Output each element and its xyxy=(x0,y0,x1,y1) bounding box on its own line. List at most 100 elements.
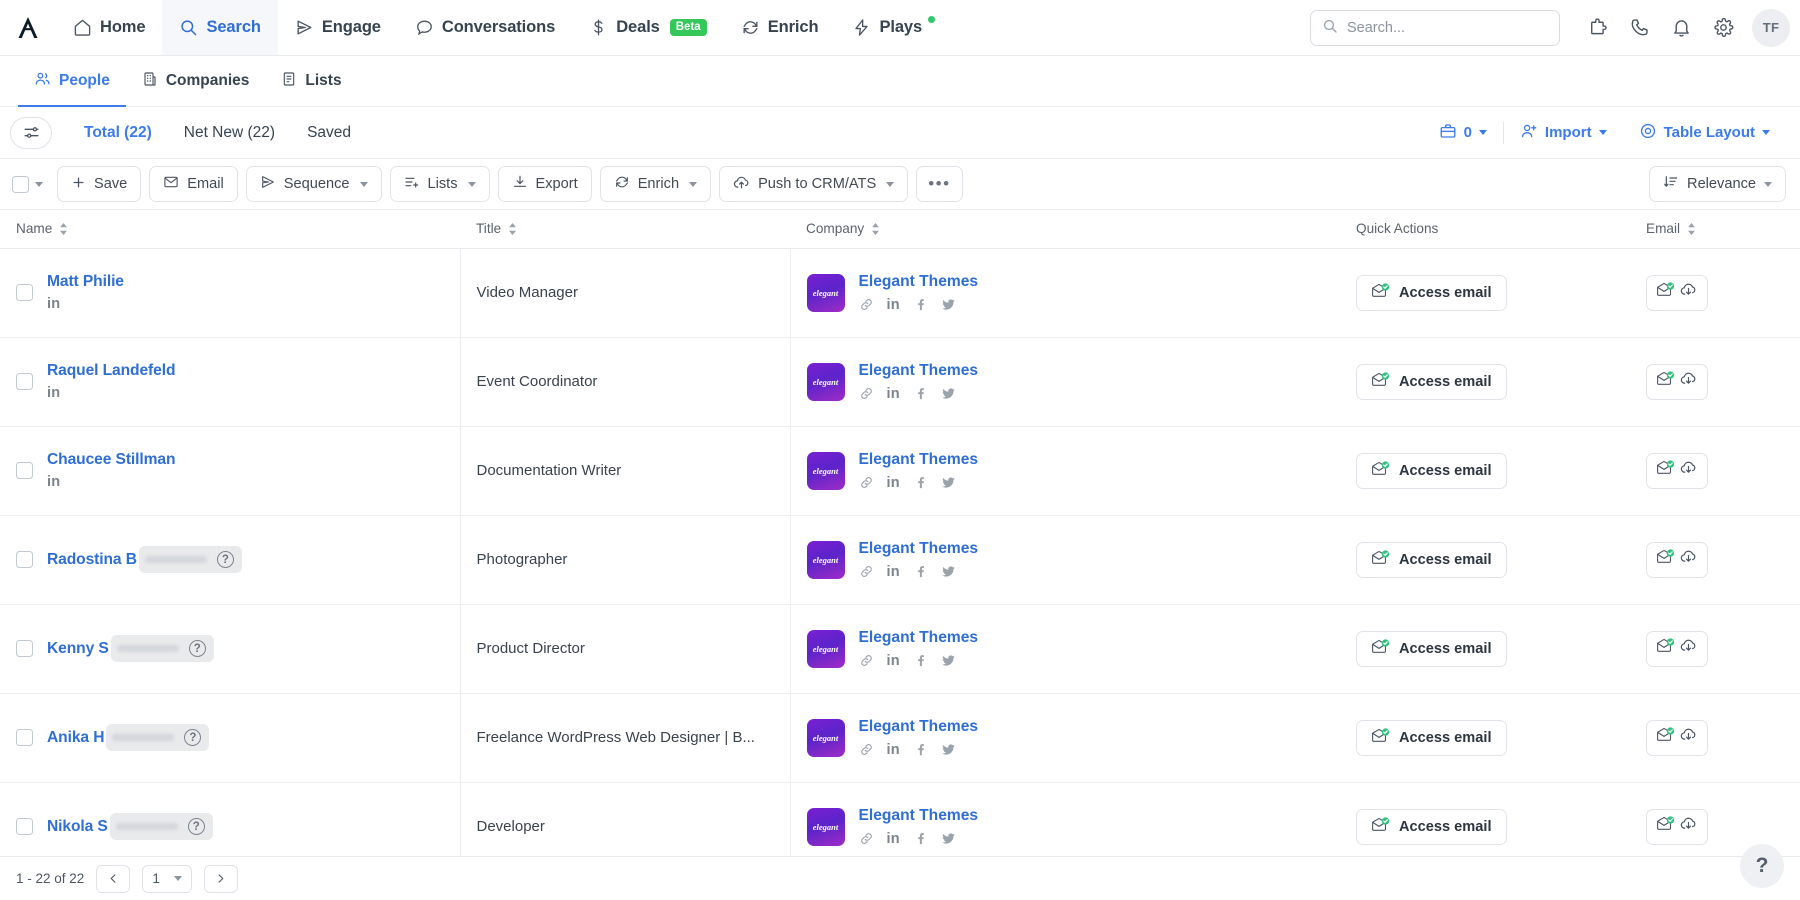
credits-button[interactable]: 0 xyxy=(1423,122,1503,144)
nav-item-enrich[interactable]: Enrich xyxy=(724,0,836,55)
row-select-checkbox[interactable] xyxy=(16,551,33,568)
redacted-name-pill[interactable]: ? xyxy=(106,724,209,751)
export-button[interactable]: Export xyxy=(498,166,592,202)
person-name-link[interactable]: Nikola S? xyxy=(47,813,213,840)
linkedin-icon[interactable]: in xyxy=(47,296,124,312)
save-button[interactable]: Save xyxy=(57,166,141,202)
linkedin-icon[interactable]: in xyxy=(47,474,175,490)
filters-icon[interactable] xyxy=(10,117,52,149)
filter-tab-net-new[interactable]: Net New (22) xyxy=(168,124,291,142)
email-reveal-button[interactable] xyxy=(1646,453,1708,489)
filter-tab-total[interactable]: Total (22) xyxy=(68,124,168,142)
row-select-checkbox[interactable] xyxy=(16,284,33,301)
table-layout-button[interactable]: Table Layout xyxy=(1623,122,1786,144)
column-header-email[interactable]: Email xyxy=(1630,210,1800,248)
previous-page-button[interactable] xyxy=(96,865,130,893)
linkedin-icon[interactable]: in xyxy=(887,831,900,847)
lists-button[interactable]: Lists xyxy=(390,166,490,202)
global-search-input[interactable]: Search... xyxy=(1310,10,1560,46)
linkedin-icon[interactable]: in xyxy=(887,475,900,491)
filter-tab-saved[interactable]: Saved xyxy=(291,124,367,142)
chevron-down-icon[interactable] xyxy=(35,182,43,187)
tab-people[interactable]: People xyxy=(18,57,126,107)
page-number-select[interactable]: 1 xyxy=(142,865,192,893)
linkedin-icon[interactable]: in xyxy=(47,385,175,401)
help-button[interactable]: ? xyxy=(1740,844,1784,888)
facebook-icon[interactable] xyxy=(913,564,928,579)
linkedin-icon[interactable]: in xyxy=(887,653,900,669)
sort-arrows-icon[interactable] xyxy=(1687,223,1696,235)
twitter-icon[interactable] xyxy=(941,297,956,312)
tab-companies[interactable]: Companies xyxy=(126,57,266,107)
table-row[interactable]: Raquel LandefeldinEvent Coordinatorelega… xyxy=(0,337,1800,426)
nav-item-engage[interactable]: Engage xyxy=(278,0,398,55)
nav-item-search[interactable]: Search xyxy=(162,0,277,55)
column-header-name[interactable]: Name xyxy=(0,210,460,248)
sequence-button[interactable]: Sequence xyxy=(246,166,382,202)
link-icon[interactable] xyxy=(859,742,874,757)
email-reveal-button[interactable] xyxy=(1646,364,1708,400)
nav-item-deals[interactable]: Deals Beta xyxy=(572,0,723,55)
table-row[interactable]: Nikola S?DeveloperelegantElegant Themesi… xyxy=(0,782,1800,856)
apollo-logo[interactable] xyxy=(0,0,56,55)
row-select-checkbox[interactable] xyxy=(16,462,33,479)
email-reveal-button[interactable] xyxy=(1646,809,1708,845)
link-icon[interactable] xyxy=(859,386,874,401)
facebook-icon[interactable] xyxy=(913,831,928,846)
redacted-name-pill[interactable]: ? xyxy=(139,546,242,573)
tab-lists[interactable]: Lists xyxy=(265,57,357,107)
question-mark-icon[interactable]: ? xyxy=(184,729,201,746)
twitter-icon[interactable] xyxy=(941,475,956,490)
link-icon[interactable] xyxy=(859,475,874,490)
column-header-title[interactable]: Title xyxy=(460,210,790,248)
linkedin-icon[interactable]: in xyxy=(887,742,900,758)
next-page-button[interactable] xyxy=(204,865,238,893)
access-email-button[interactable]: Access email xyxy=(1356,275,1507,311)
user-avatar[interactable]: TF xyxy=(1752,9,1790,47)
link-icon[interactable] xyxy=(859,297,874,312)
row-select-checkbox[interactable] xyxy=(16,729,33,746)
table-row[interactable]: Radostina B?PhotographerelegantElegant T… xyxy=(0,515,1800,604)
company-name-link[interactable]: Elegant Themes xyxy=(859,451,979,469)
row-select-checkbox[interactable] xyxy=(16,640,33,657)
question-mark-icon[interactable]: ? xyxy=(217,551,234,568)
access-email-button[interactable]: Access email xyxy=(1356,720,1507,756)
company-name-link[interactable]: Elegant Themes xyxy=(859,629,979,647)
link-icon[interactable] xyxy=(859,831,874,846)
table-row[interactable]: Kenny S?Product DirectorelegantElegant T… xyxy=(0,604,1800,693)
twitter-icon[interactable] xyxy=(941,653,956,668)
table-row[interactable]: Chaucee StillmaninDocumentation Writerel… xyxy=(0,426,1800,515)
link-icon[interactable] xyxy=(859,653,874,668)
email-button[interactable]: Email xyxy=(149,166,238,202)
facebook-icon[interactable] xyxy=(913,742,928,757)
select-all-checkbox[interactable] xyxy=(12,176,29,193)
linkedin-icon[interactable]: in xyxy=(887,386,900,402)
nav-item-home[interactable]: Home xyxy=(56,0,162,55)
twitter-icon[interactable] xyxy=(941,831,956,846)
question-mark-icon[interactable]: ? xyxy=(189,640,206,657)
person-name-link[interactable]: Raquel Landefeld xyxy=(47,362,175,380)
company-name-link[interactable]: Elegant Themes xyxy=(859,807,979,825)
access-email-button[interactable]: Access email xyxy=(1356,809,1507,845)
phone-icon[interactable] xyxy=(1620,9,1658,47)
nav-item-plays[interactable]: Plays xyxy=(835,0,954,55)
company-name-link[interactable]: Elegant Themes xyxy=(859,540,979,558)
push-to-crm-button[interactable]: Push to CRM/ATS xyxy=(719,166,908,202)
select-all-control[interactable] xyxy=(12,176,43,193)
email-reveal-button[interactable] xyxy=(1646,275,1708,311)
redacted-name-pill[interactable]: ? xyxy=(111,635,214,662)
link-icon[interactable] xyxy=(859,564,874,579)
enrich-button[interactable]: Enrich xyxy=(600,166,711,202)
access-email-button[interactable]: Access email xyxy=(1356,364,1507,400)
person-name-link[interactable]: Anika H? xyxy=(47,724,209,751)
facebook-icon[interactable] xyxy=(913,297,928,312)
twitter-icon[interactable] xyxy=(941,564,956,579)
column-header-company[interactable]: Company xyxy=(790,210,1340,248)
sort-relevance-button[interactable]: Relevance xyxy=(1649,166,1786,202)
bell-icon[interactable] xyxy=(1662,9,1700,47)
sort-arrows-icon[interactable] xyxy=(59,223,68,235)
company-name-link[interactable]: Elegant Themes xyxy=(859,273,979,291)
email-reveal-button[interactable] xyxy=(1646,631,1708,667)
redacted-name-pill[interactable]: ? xyxy=(110,813,213,840)
access-email-button[interactable]: Access email xyxy=(1356,453,1507,489)
